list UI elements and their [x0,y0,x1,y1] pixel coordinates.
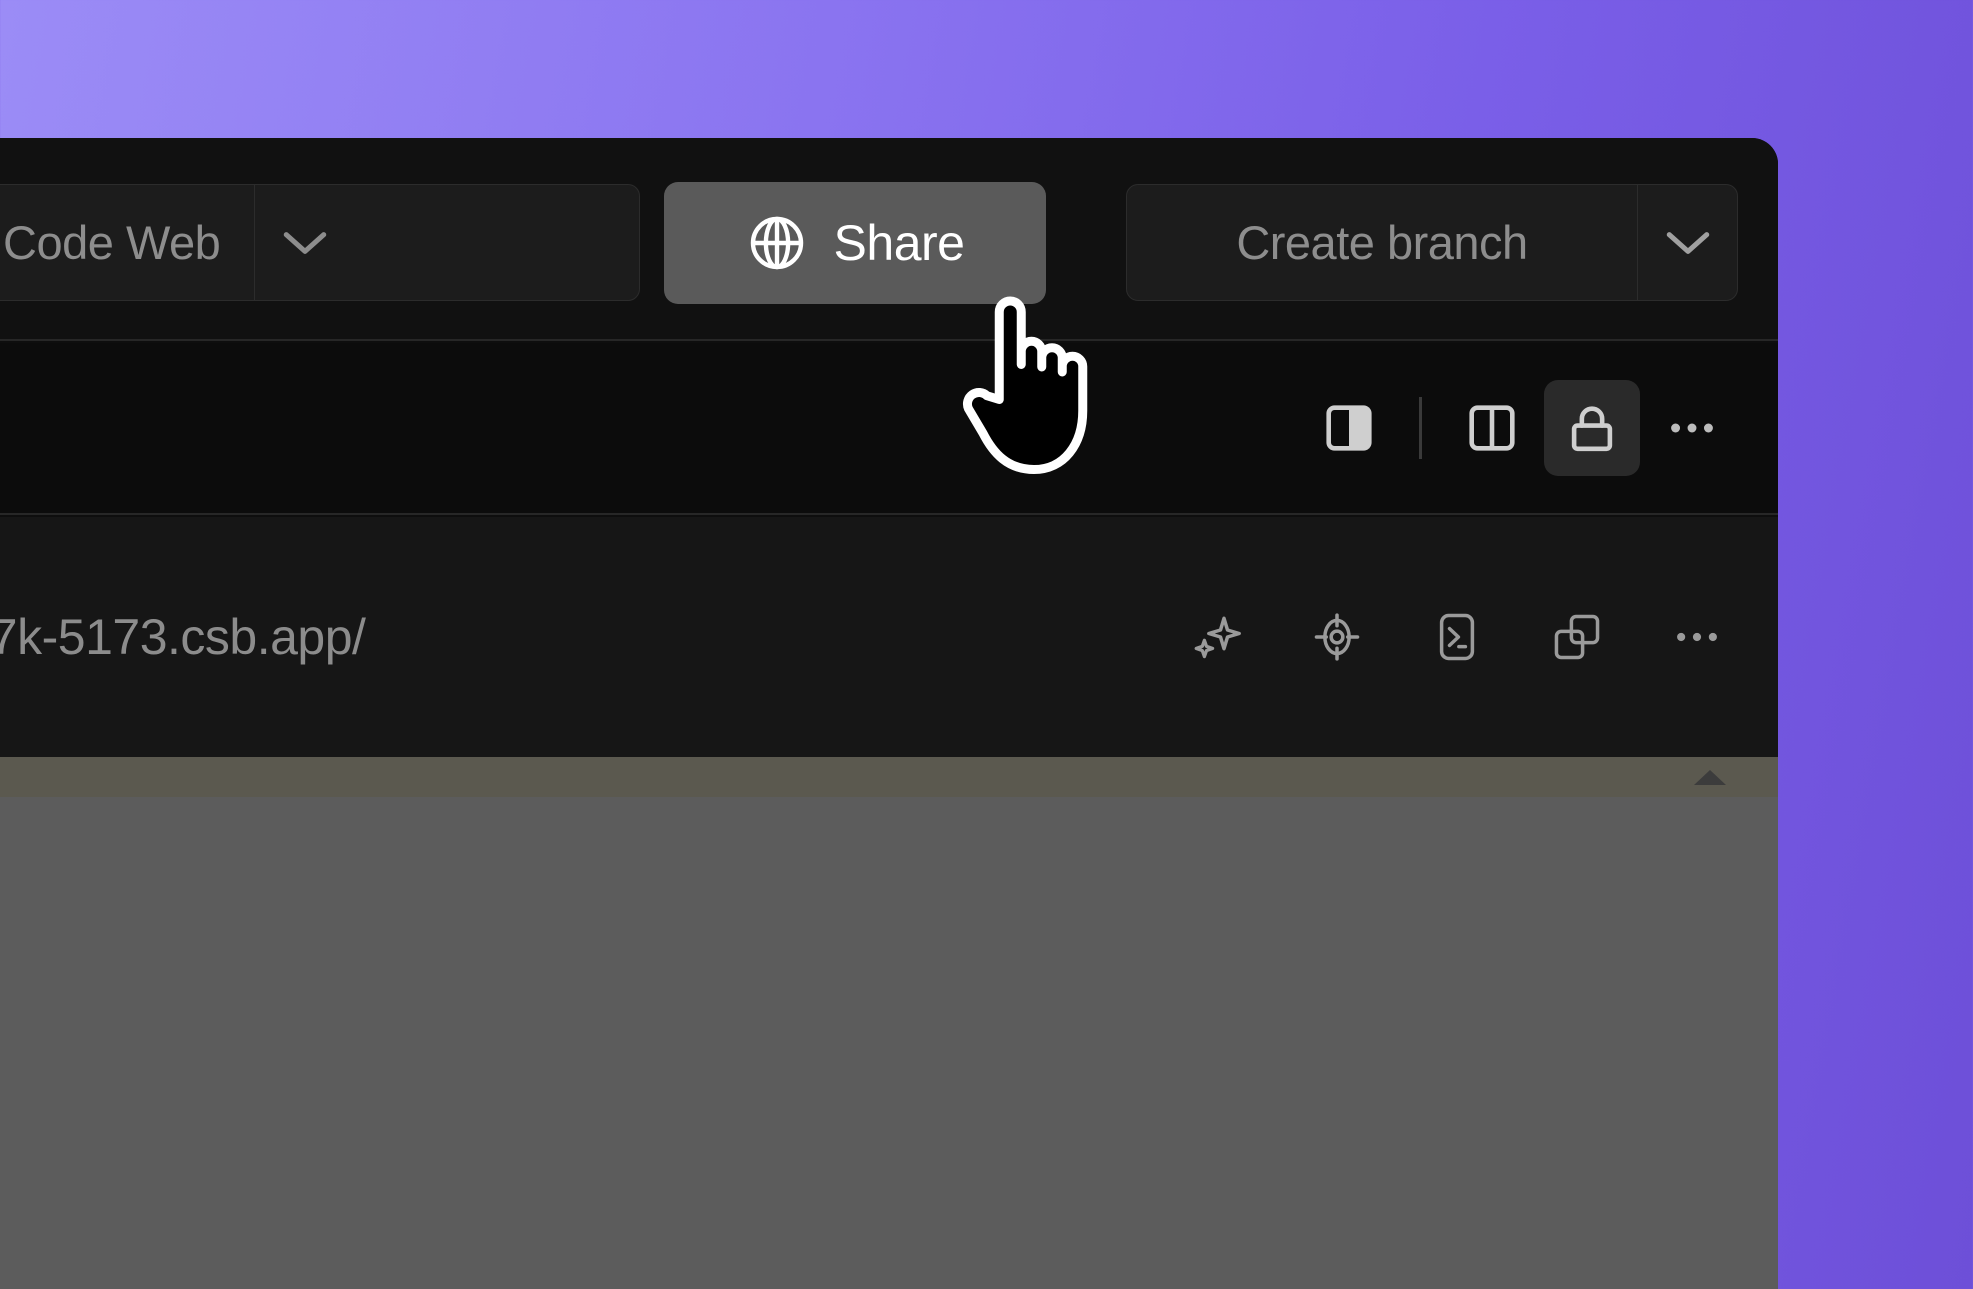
more-options-icon [1677,632,1717,642]
globe-icon [750,216,803,270]
open-new-window-button[interactable] [1534,594,1620,680]
create-branch-button[interactable]: Create branch [1127,185,1637,300]
ai-assist-button[interactable] [1174,594,1260,680]
vscode-web-dropdown-button[interactable] [254,185,354,300]
content-top-band [0,757,1778,797]
scroll-up-arrow-icon [1694,770,1726,785]
sidebar-panel-button[interactable] [1301,380,1397,476]
split-panel-button[interactable] [1444,380,1540,476]
open-console-button[interactable] [1414,594,1500,680]
browser-window-panel: ble VS Code Web Share Create branch [0,138,1778,1289]
chevron-down-icon [283,231,326,254]
copy-windows-icon [1554,614,1600,660]
address-bar-actions [1174,517,1740,757]
preview-address-bar: v57k-5173.csb.app/ [0,517,1778,757]
sidebar-panel-icon [1326,405,1372,451]
target-inspect-icon [1314,613,1360,661]
address-bar-url[interactable]: v57k-5173.csb.app/ [0,608,366,666]
terminal-icon [1439,613,1475,661]
preview-toolbar [0,343,1778,515]
sparkles-icon [1194,616,1241,659]
chevron-down-icon [1666,231,1709,254]
more-options-icon [1671,423,1713,433]
toolbar-more-options-button[interactable] [1644,380,1740,476]
lock-icon [1571,406,1613,452]
lock-preview-button[interactable] [1544,380,1640,476]
preview-toolbar-icons [1301,343,1740,513]
split-panel-icon [1469,405,1515,451]
vscode-web-button[interactable]: ble VS Code Web [0,185,254,300]
vscode-web-button-group[interactable]: ble VS Code Web [0,184,640,301]
inspect-element-button[interactable] [1294,594,1380,680]
scrollbar-up-button[interactable] [1680,762,1740,792]
share-button-label: Share [833,215,965,271]
toolbar-divider [1419,397,1422,459]
create-branch-dropdown-button[interactable] [1637,185,1737,300]
window-header-toolbar: ble VS Code Web Share Create branch [0,138,1778,341]
create-branch-button-group[interactable]: Create branch [1126,184,1738,301]
preview-content-viewport[interactable] [0,757,1778,1289]
share-button[interactable]: Share [664,182,1046,304]
addressbar-more-options-button[interactable] [1654,594,1740,680]
